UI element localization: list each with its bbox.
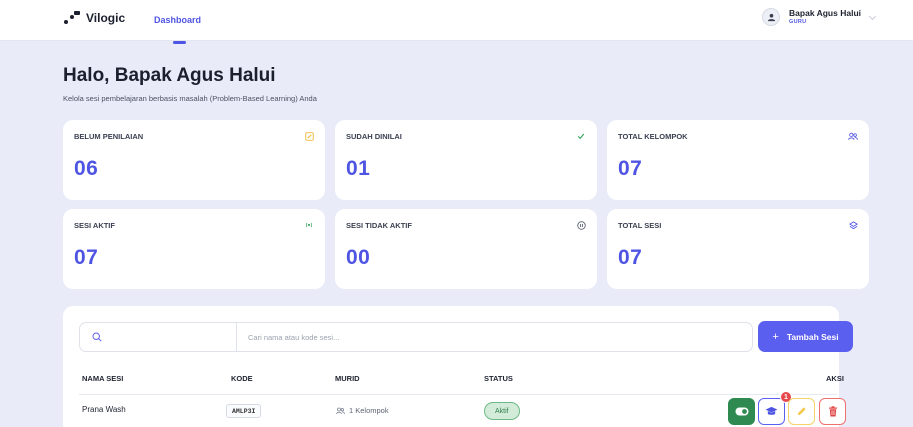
search-bar [79, 322, 753, 352]
session-code: AMLP3I [226, 404, 262, 418]
user-menu[interactable]: Bapak Agus Halui GURU [762, 8, 861, 26]
app-logo[interactable]: Vilogic [64, 11, 125, 25]
pencil-icon [797, 407, 806, 416]
students-count: 1 Kelompok [349, 406, 389, 415]
session-name: Prana Wash [82, 405, 126, 414]
stat-value: 00 [346, 246, 371, 269]
stat-label: SUDAH DINILAI [346, 132, 402, 141]
check-icon [576, 131, 586, 141]
search-icon-box[interactable] [80, 323, 237, 351]
stat-label: TOTAL KELOMPOK [618, 132, 688, 141]
header-divider [79, 394, 837, 395]
edit-button[interactable] [788, 398, 815, 425]
add-session-button[interactable]: + Tambah Sesi [758, 321, 853, 352]
status-badge: Aktif [484, 402, 520, 420]
stat-value: 06 [74, 157, 99, 180]
user-icon [767, 13, 775, 21]
stat-card-total-sesi: TOTAL SESI 07 [607, 209, 869, 289]
trash-icon [828, 406, 837, 417]
page-subtitle: Kelola sesi pembelajaran berbasis masala… [63, 94, 317, 103]
session-students: 1 Kelompok [336, 406, 389, 415]
stat-value: 07 [74, 246, 99, 269]
stat-value: 01 [346, 157, 371, 180]
column-header-students: MURID [335, 374, 360, 383]
stat-card-belum-penilaian: BELUM PENILAIAN 06 [63, 120, 325, 200]
avatar [762, 8, 781, 26]
stat-card-sesi-tidak-aktif: SESI TIDAK AKTIF 00 [335, 209, 597, 289]
graduation-cap-icon [765, 406, 778, 415]
stat-value: 07 [618, 157, 643, 180]
users-icon [336, 407, 345, 414]
active-tab-indicator [173, 41, 186, 44]
toggle-active-button[interactable] [728, 398, 755, 425]
stat-label: SESI TIDAK AKTIF [346, 221, 412, 230]
column-header-status: STATUS [484, 374, 513, 383]
toggle-icon [735, 407, 748, 416]
edit-icon [304, 131, 314, 141]
grade-button[interactable] [758, 398, 785, 425]
top-navbar: Vilogic Dashboard Bapak Agus Halui GURU [0, 0, 913, 41]
stat-card-total-kelompok: TOTAL KELOMPOK 07 [607, 120, 869, 200]
user-name: Bapak Agus Halui [789, 8, 861, 19]
search-icon [92, 332, 102, 342]
add-session-label: Tambah Sesi [786, 331, 839, 342]
column-header-actions: AKSI [826, 374, 844, 383]
logo-text: Vilogic [86, 11, 126, 25]
delete-button[interactable] [819, 398, 846, 425]
search-input[interactable] [248, 323, 728, 351]
stat-label: SESI AKTIF [74, 221, 115, 230]
users-icon [848, 131, 858, 141]
broadcast-icon [304, 220, 314, 230]
nav-dashboard-link[interactable]: Dashboard [154, 15, 201, 25]
column-header-name: NAMA SESI [82, 374, 124, 383]
sessions-panel: + Tambah Sesi NAMA SESI KODE MURID STATU… [63, 306, 853, 427]
user-role: GURU [789, 18, 807, 25]
pause-icon [576, 220, 586, 230]
page-title: Halo, Bapak Agus Halui [63, 65, 276, 86]
logo-mark-icon [64, 11, 80, 25]
layers-icon [848, 220, 858, 230]
stat-card-sudah-dinilai: SUDAH DINILAI 01 [335, 120, 597, 200]
stat-label: TOTAL SESI [618, 221, 662, 230]
column-header-code: KODE [231, 374, 253, 383]
stat-label: BELUM PENILAIAN [74, 132, 144, 141]
stat-value: 07 [618, 246, 643, 269]
stat-card-sesi-aktif: SESI AKTIF 07 [63, 209, 325, 289]
chevron-down-icon[interactable] [868, 12, 877, 21]
plus-icon: + [772, 330, 779, 343]
